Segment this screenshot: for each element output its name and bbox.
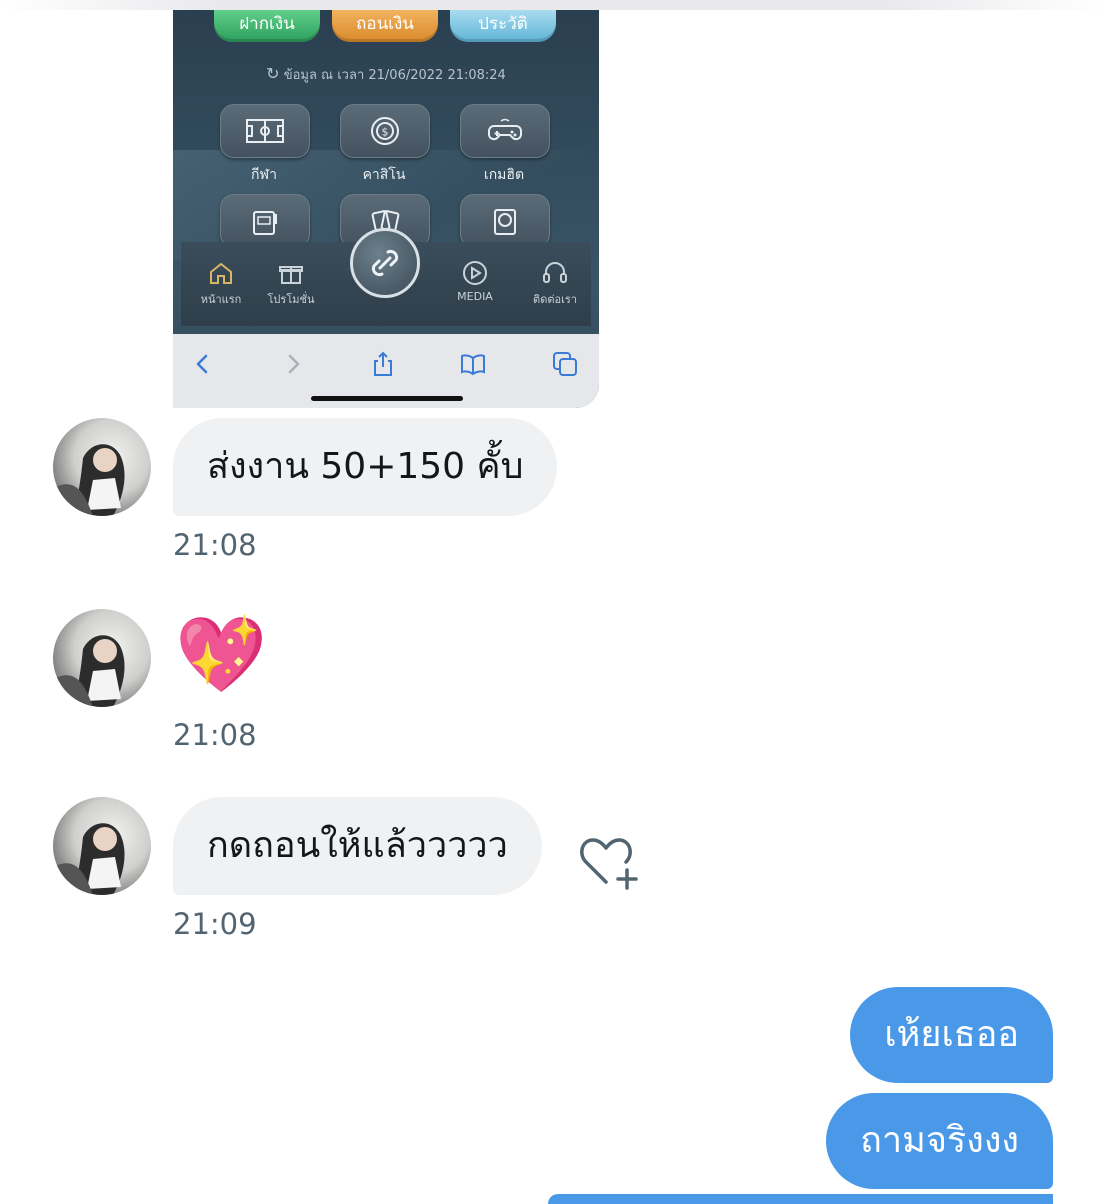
back-icon bbox=[196, 354, 208, 374]
sent-message-bubble[interactable]: ถามจริงงง bbox=[826, 1093, 1053, 1189]
data-timestamp: ↻ ข้อมูล ณ เวลา 21/06/2022 21:08:24 bbox=[266, 64, 506, 83]
withdraw-button: ถอนเงิน bbox=[332, 10, 438, 42]
home-icon bbox=[210, 262, 232, 284]
react-heart-plus-icon[interactable] bbox=[576, 834, 640, 892]
message-time: 21:08 bbox=[173, 718, 257, 752]
gift-icon bbox=[279, 266, 303, 284]
refresh-icon: ↻ bbox=[266, 64, 280, 83]
nav-media: MEDIA bbox=[435, 260, 515, 303]
history-button: ประวัติ bbox=[450, 10, 556, 42]
sports-label: กีฬา bbox=[251, 167, 277, 183]
soccer-field-icon bbox=[220, 104, 310, 158]
top-bar bbox=[0, 0, 1105, 10]
lottery-icon bbox=[460, 194, 550, 248]
sparkling-heart-emoji[interactable]: 💖 bbox=[175, 612, 267, 698]
avatar[interactable] bbox=[53, 418, 151, 516]
sent-message-bubble-partial[interactable] bbox=[548, 1194, 1053, 1204]
nav-contact: ติดต่อเรา bbox=[515, 260, 595, 308]
forward-icon bbox=[288, 354, 300, 374]
message-bubble[interactable]: ส่งงาน 50+150 คั้บ bbox=[173, 418, 558, 516]
bookmarks-icon bbox=[461, 354, 485, 376]
message-time: 21:09 bbox=[173, 907, 257, 941]
nav-home: หน้าแรก bbox=[181, 260, 261, 308]
nav-media-label: MEDIA bbox=[457, 290, 493, 303]
casino-chip-icon: $ bbox=[340, 104, 430, 158]
tabs-icon bbox=[553, 352, 577, 376]
shared-screenshot[interactable]: ฝากเงิน ถอนเงิน ประวัติ ↻ ข้อมูล ณ เวลา … bbox=[173, 10, 599, 408]
deposit-button: ฝากเงิน bbox=[214, 10, 320, 42]
avatar[interactable] bbox=[53, 797, 151, 895]
share-icon bbox=[374, 351, 392, 376]
headset-icon bbox=[543, 262, 567, 283]
hit-games-label: เกมฮิต bbox=[483, 167, 525, 183]
nav-promotion-label: โปรโมชั่น bbox=[267, 293, 315, 306]
sent-message-bubble[interactable]: เห้ยเธออ bbox=[850, 987, 1053, 1083]
home-indicator bbox=[311, 396, 463, 401]
nav-contact-label: ติดต่อเรา bbox=[533, 293, 577, 306]
message-bubble[interactable]: กดถอนให้แล้ววววว bbox=[173, 797, 542, 895]
avatar[interactable] bbox=[53, 609, 151, 707]
link-icon bbox=[350, 228, 420, 298]
gamepad-icon bbox=[460, 104, 550, 158]
nav-home-label: หน้าแรก bbox=[200, 293, 242, 306]
play-icon bbox=[463, 261, 487, 285]
slot-machine-icon bbox=[220, 194, 310, 248]
casino-label: คาสิโน bbox=[362, 167, 406, 183]
message-time: 21:08 bbox=[173, 528, 257, 562]
svg-text:$: $ bbox=[382, 126, 389, 139]
nav-promotion: โปรโมชั่น bbox=[251, 260, 331, 308]
